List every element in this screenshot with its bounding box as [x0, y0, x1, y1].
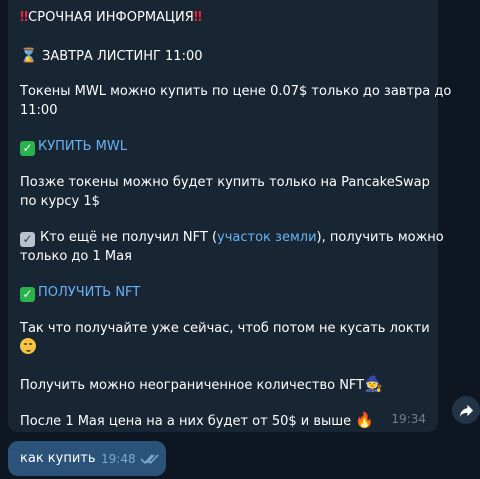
share-arrow-icon — [459, 404, 473, 417]
get-nft-link[interactable]: ПОЛУЧИТЬ NFT — [38, 285, 140, 300]
nft-line-cont: только до 1 Мая — [20, 249, 132, 264]
fire-icon: 🔥 — [355, 411, 375, 429]
price-line-cont: 11:00 — [20, 103, 58, 118]
price-line: Токены MWL можно купить по цене 0.07$ то… — [20, 84, 452, 99]
mage-icon: 🧙 — [364, 375, 383, 393]
double-check-icon — [140, 454, 159, 465]
check-box-icon: ✓ — [20, 232, 35, 247]
double-exclamation-icon: ‼ — [193, 10, 202, 25]
nft-text-pre: Кто ещё не получил NFT ( — [40, 230, 218, 245]
incoming-message-bubble: ‼СРОЧНАЯ ИНФОРМАЦИЯ‼ ⌛ ЗАВТРА ЛИСТИНГ 11:… — [8, 0, 451, 433]
price-after-text: После 1 Мая цена на а них будет от 50$ и… — [20, 414, 352, 429]
share-button[interactable] — [452, 396, 480, 424]
get-nft-line: ✓ ПОЛУЧИТЬ NFT — [20, 282, 140, 304]
listing-line: ⌛ ЗАВТРА ЛИСТИНГ 11:00 — [20, 45, 203, 68]
hurry-line: Так что получайте уже сейчас, чтоб потом… — [20, 321, 430, 336]
outgoing-message-bubble: как купить 19:48 — [8, 441, 166, 476]
hourglass-icon: ⌛ — [20, 48, 38, 64]
headline-text: СРОЧНАЯ ИНФОРМАЦИЯ — [28, 10, 194, 25]
nft-text-post: ), получить можно — [316, 230, 444, 245]
buy-line: ✓ КУПИТЬ MWL — [20, 136, 127, 158]
land-plot-link[interactable]: участок земли — [217, 230, 316, 245]
buy-mwl-link[interactable]: КУПИТЬ MWL — [38, 139, 127, 154]
unlimited-text: Получить можно неограниченное количество… — [20, 378, 365, 393]
smirk-line — [20, 337, 36, 359]
later-line-cont: по курсу 1$ — [20, 194, 100, 209]
unlimited-line: Получить можно неограниченное количество… — [20, 373, 383, 397]
outgoing-message-text: как купить — [20, 451, 96, 466]
outgoing-message-time: 19:48 — [101, 452, 136, 466]
message-time: 19:34 — [391, 412, 426, 426]
check-mark-button-icon: ✓ — [20, 287, 35, 302]
double-exclamation-icon: ‼ — [20, 10, 29, 25]
headline-line: ‼СРОЧНАЯ ИНФОРМАЦИЯ‼ — [20, 7, 202, 29]
smirking-face-icon — [20, 338, 36, 354]
check-mark-button-icon: ✓ — [20, 141, 35, 156]
price-after-line: После 1 Мая цена на а них будет от 50$ и… — [20, 409, 374, 433]
listing-text: ЗАВТРА ЛИСТИНГ 11:00 — [42, 49, 203, 64]
